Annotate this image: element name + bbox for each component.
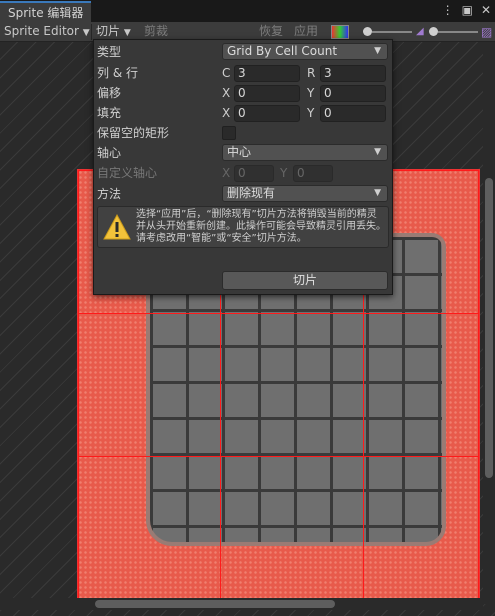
chevron-down-icon: ▼	[123, 28, 131, 38]
window-titlebar: Sprite 编辑器 ⋮ ▣ ✕	[0, 0, 495, 22]
chevron-down-icon: ▼	[374, 188, 381, 198]
editor-mode-label: Sprite Editor	[4, 24, 79, 38]
method-row: 方法 删除现有 ▼	[94, 185, 392, 203]
editor-mode-dropdown[interactable]: Sprite Editor ▼	[4, 22, 90, 41]
color-channel-icon[interactable]	[331, 25, 349, 39]
padding-label: 填充	[97, 106, 122, 120]
keep-empty-label: 保留空的矩形	[97, 126, 170, 140]
slice-button[interactable]: 切片	[222, 271, 388, 290]
padding-x-field[interactable]: 0	[234, 105, 300, 122]
padding-y-field[interactable]: 0	[320, 105, 386, 122]
column-count-field[interactable]: 3	[234, 65, 300, 82]
offset-x-axis-label: X	[222, 86, 231, 100]
slice-popup-panel: 类型 Grid By Cell Count ▼ 列 & 行 C 3 R 3 偏移 …	[93, 39, 393, 295]
mipmap-large-icon: ▨	[481, 25, 493, 39]
method-value: 删除现有	[227, 186, 276, 200]
horizontal-scrollbar[interactable]	[0, 598, 483, 610]
offset-y-field[interactable]: 0	[320, 85, 386, 102]
row-count-field[interactable]: 3	[320, 65, 386, 82]
offset-x-field[interactable]: 0	[234, 85, 300, 102]
custom-pivot-row: 自定义轴心 X 0 Y 0	[94, 164, 392, 182]
pivot-label: 轴心	[97, 146, 122, 160]
chevron-down-icon: ▼	[82, 28, 90, 38]
mip-slider-track[interactable]	[438, 31, 478, 33]
vertical-scrollbar[interactable]	[483, 42, 495, 604]
slice-grid-line	[78, 456, 479, 457]
window-controls: ⋮ ▣ ✕	[442, 3, 491, 17]
method-warning-text: 选择“应用”后，“删除现有”切片方法将销毁当前的精灵并从头开始重新创建。此操作可…	[136, 209, 386, 244]
method-dropdown[interactable]: 删除现有 ▼	[222, 185, 388, 202]
zoom-slider-handle[interactable]	[363, 27, 372, 36]
padding-x-axis-label: X	[222, 106, 231, 120]
mip-slider-handle[interactable]	[429, 27, 438, 36]
window-tab-title: Sprite 编辑器	[8, 6, 84, 20]
custom-pivot-x-axis-label: X	[222, 166, 231, 180]
warning-icon	[103, 213, 131, 240]
type-value: Grid By Cell Count	[227, 44, 338, 58]
offset-y-axis-label: Y	[307, 86, 315, 100]
pivot-dropdown[interactable]: 中心 ▼	[222, 144, 388, 161]
padding-row: 填充 X 0 Y 0	[94, 104, 392, 122]
custom-pivot-y-field: 0	[293, 165, 333, 182]
horizontal-scroll-thumb[interactable]	[95, 600, 335, 608]
slice-grid-line	[78, 313, 479, 314]
zoom-slider-track[interactable]	[372, 31, 412, 33]
slice-grid-line	[78, 170, 79, 600]
slice-menu-label: 切片	[96, 24, 121, 38]
chevron-down-icon: ▼	[374, 147, 381, 157]
column-row-label: 列 & 行	[97, 66, 138, 80]
method-warning-box: 选择“应用”后，“删除现有”切片方法将销毁当前的精灵并从头开始重新创建。此操作可…	[97, 206, 389, 248]
pivot-row: 轴心 中心 ▼	[94, 144, 392, 162]
type-row: 类型 Grid By Cell Count ▼	[94, 43, 392, 61]
padding-y-axis-label: Y	[307, 106, 315, 120]
column-row-row: 列 & 行 C 3 R 3	[94, 64, 392, 82]
maximize-icon[interactable]: ▣	[462, 3, 473, 17]
type-dropdown[interactable]: Grid By Cell Count ▼	[222, 43, 388, 60]
column-axis-label: C	[222, 66, 231, 80]
keep-empty-checkbox[interactable]	[222, 126, 236, 140]
row-axis-label: R	[307, 66, 316, 80]
custom-pivot-label: 自定义轴心	[97, 166, 158, 180]
slice-grid-line	[478, 170, 479, 600]
offset-row: 偏移 X 0 Y 0	[94, 84, 392, 102]
window-tab[interactable]: Sprite 编辑器	[0, 1, 92, 22]
custom-pivot-x-field: 0	[234, 165, 274, 182]
vertical-scroll-thumb[interactable]	[485, 178, 493, 478]
more-options-icon[interactable]: ⋮	[442, 3, 454, 17]
type-label: 类型	[97, 45, 122, 59]
mipmap-small-icon: ◢	[416, 26, 424, 37]
toolbar-divider	[91, 24, 92, 40]
close-icon[interactable]: ✕	[481, 3, 491, 17]
chevron-down-icon: ▼	[374, 46, 381, 56]
pivot-value: 中心	[227, 145, 252, 159]
offset-label: 偏移	[97, 86, 122, 100]
method-label: 方法	[97, 187, 122, 201]
keep-empty-row: 保留空的矩形	[94, 124, 392, 142]
custom-pivot-y-axis-label: Y	[280, 166, 288, 180]
